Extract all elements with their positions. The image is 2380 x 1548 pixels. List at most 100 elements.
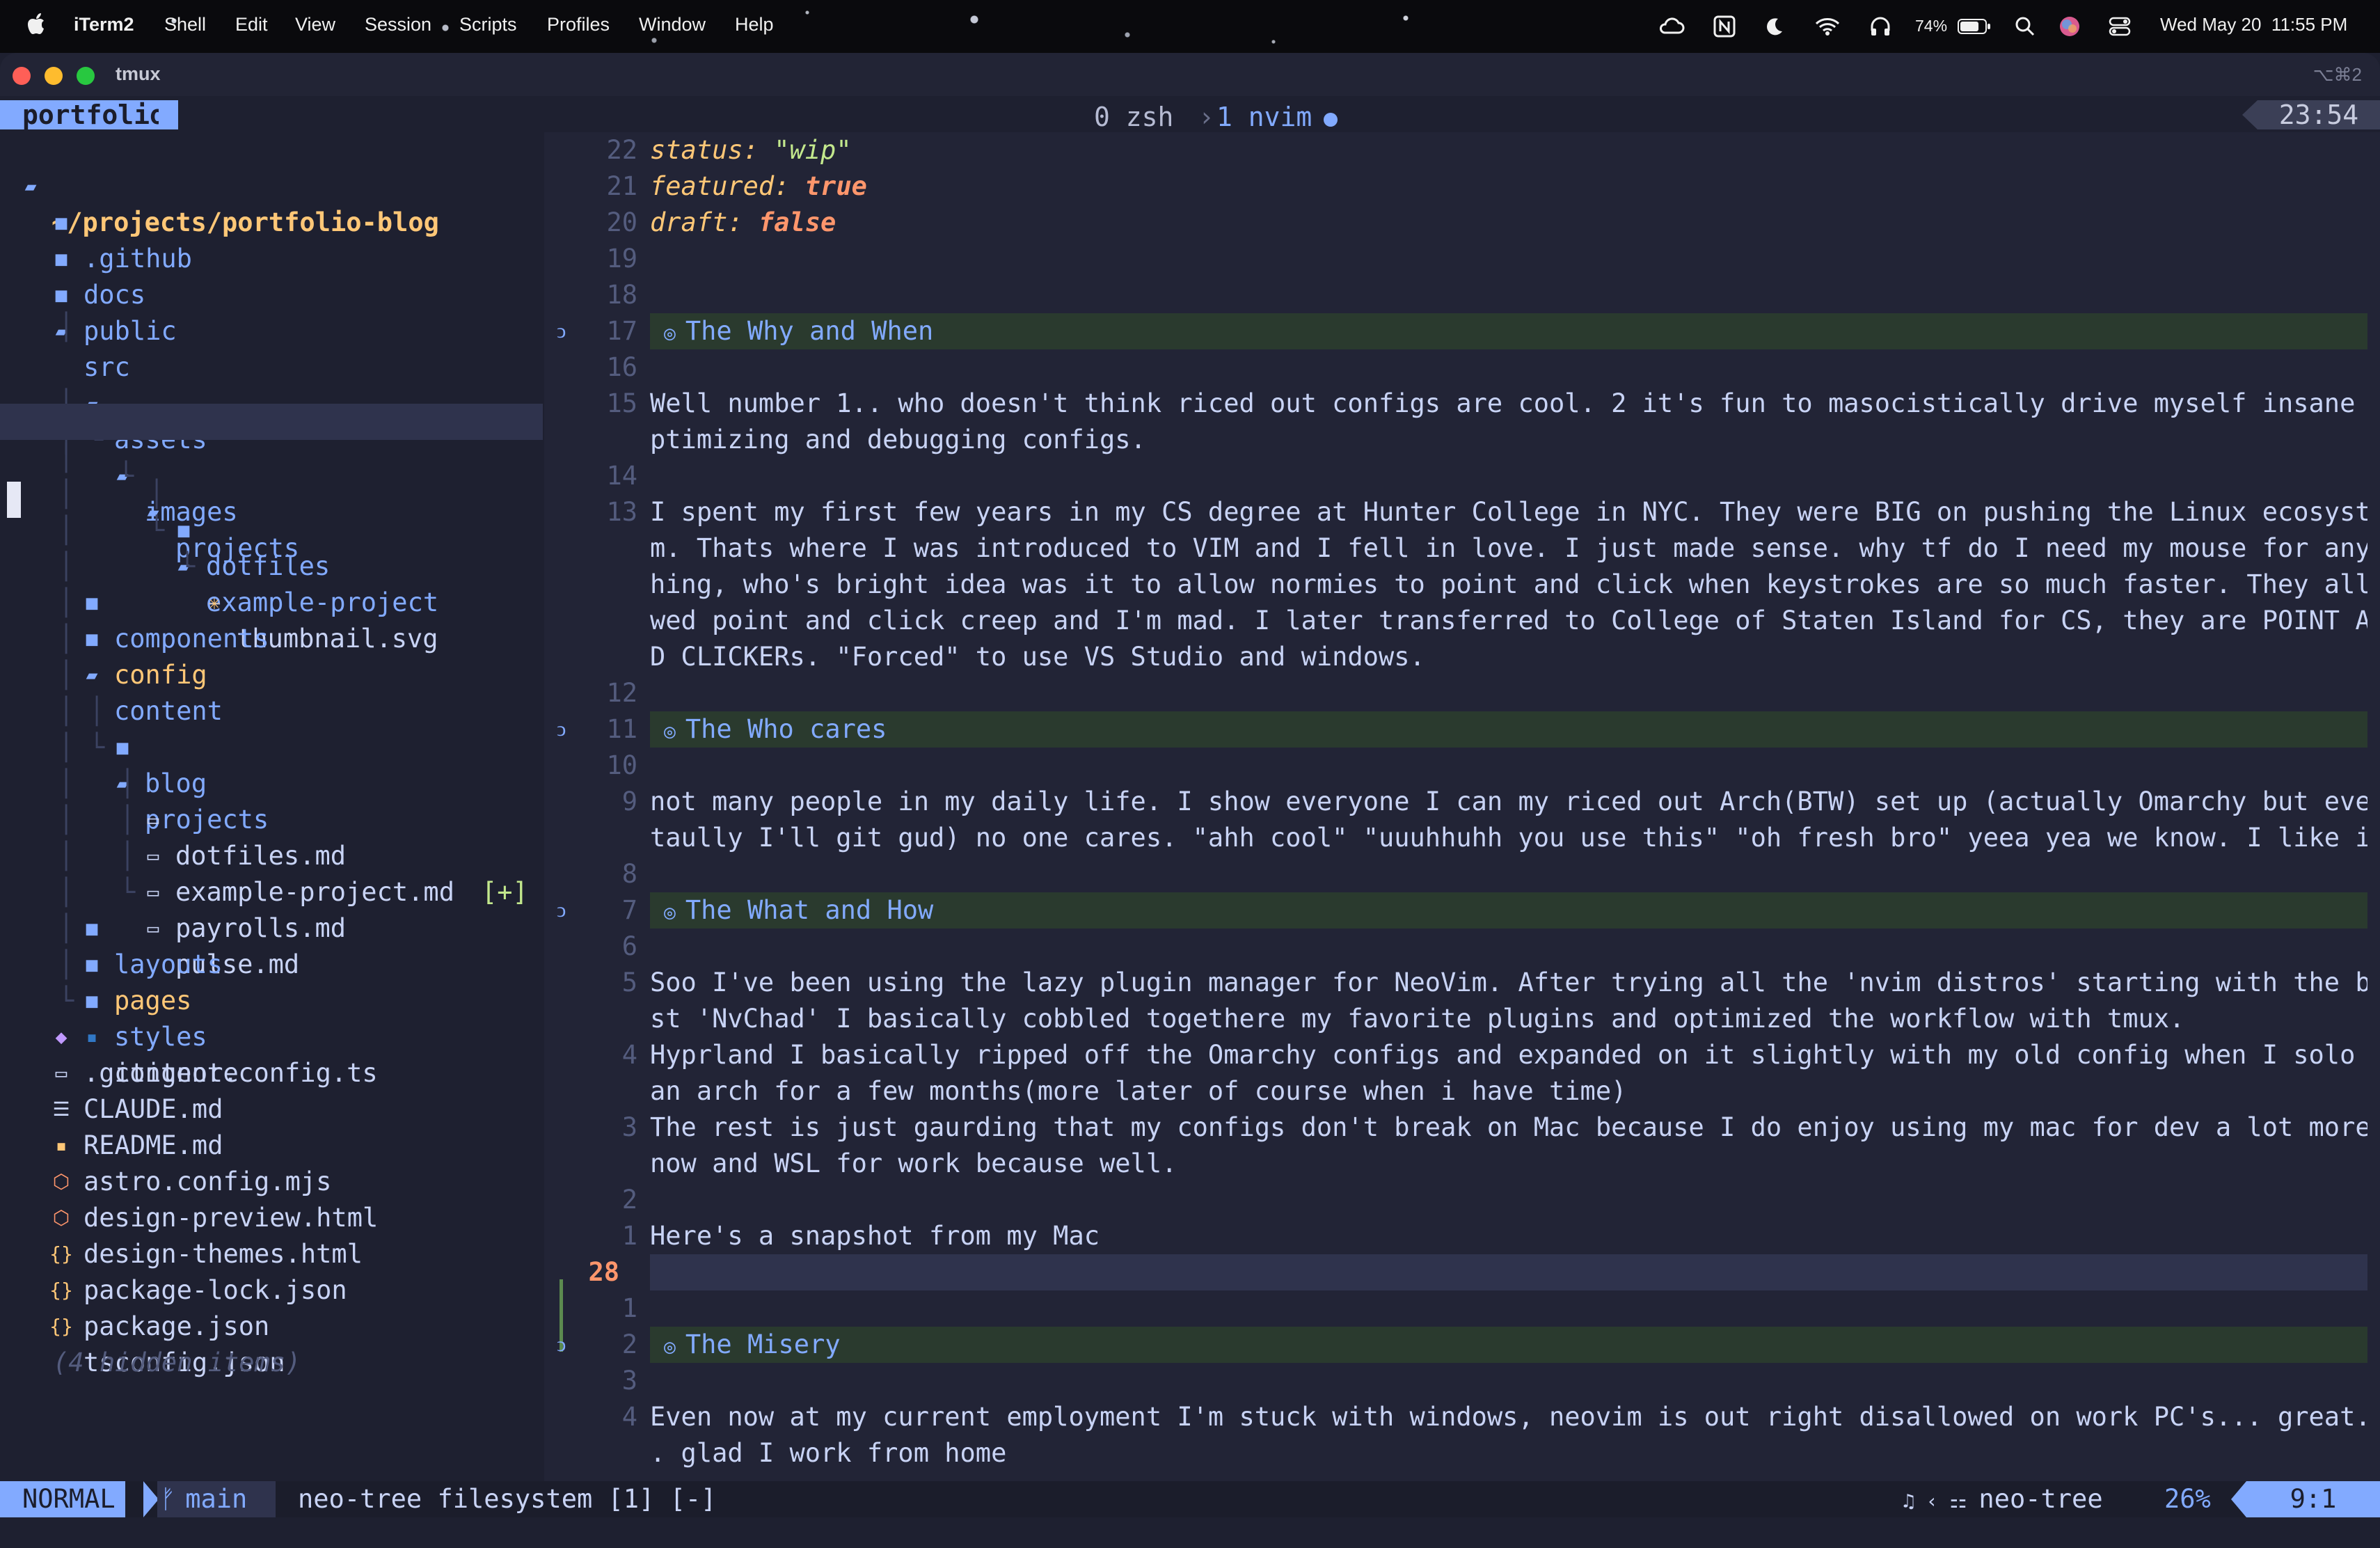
tree-item-file[interactable]: │ │ ▭ payrolls.md [0,766,543,943]
menu-session[interactable]: Session [365,14,431,35]
tree-item-folder[interactable]: │ ■ config [0,548,543,690]
close-button[interactable] [13,67,31,85]
menu-window[interactable]: Window [639,14,706,35]
text-line[interactable]: wed point and click creep and I'm mad. I… [650,603,2367,639]
siri-icon[interactable] [2056,13,2084,40]
markdown-heading[interactable]: ◎ The Why and When [650,313,2367,349]
fold-icon[interactable]: ↄ [557,1327,566,1363]
tree-hidden-items[interactable]: (4 hidden items) [0,1309,543,1377]
fold-icon[interactable]: ↄ [557,313,566,349]
text-line[interactable] [650,748,2367,784]
text-line[interactable] [650,856,2367,892]
frontmatter-line[interactable]: status: "wip" [650,132,2367,168]
tmux-window-0[interactable]: 0 zsh [1094,102,1173,132]
tree-item-folder[interactable]: │ ■ components [0,512,543,654]
tree-item-folder[interactable]: │ ■ styles [0,910,543,1052]
menu-shell[interactable]: Shell [164,14,206,35]
text-line[interactable] [650,458,2367,494]
text-line[interactable]: Here's a snapshot from my Mac [650,1218,2367,1254]
tree-item-file[interactable]: ⬡ design-themes.html [0,1164,543,1269]
text-line[interactable]: . glad I work from home [650,1435,2367,1471]
tmux-window-1-active[interactable]: 1 nvim [1216,102,1312,132]
search-icon[interactable] [2011,13,2039,40]
tree-item-selected-folder[interactable]: │ │ ■ dotfiles [0,404,543,581]
text-line[interactable] [650,1182,2367,1218]
tree-item-folder[interactable]: ■ .github [0,168,543,274]
fold-icon[interactable]: ↄ [557,711,566,748]
tree-item-folder[interactable]: │ │ ■ blog [0,621,543,798]
cloud-sync-icon[interactable] [1658,13,1685,40]
text-line[interactable]: Even now at my current employment I'm st… [650,1399,2367,1435]
window-titlebar[interactable]: tmux ⌥⌘2 [0,53,2380,97]
tree-item-folder[interactable]: ■ public [0,241,543,346]
markdown-heading[interactable]: ◎ The What and How [650,892,2367,929]
text-line[interactable]: st 'NvChad' I basically cobbled together… [650,1001,2367,1037]
text-line[interactable]: Hyprland I basically ripped off the Omar… [650,1037,2367,1073]
tree-item-file[interactable]: └ ▪ content.config.ts [0,947,543,1088]
frontmatter-line[interactable]: featured: true [650,168,2367,205]
zoom-button[interactable] [77,67,95,85]
tree-item-file[interactable]: │ │ ▭ dotfiles.md [+] [0,693,543,907]
tree-item-file[interactable]: ☰ README.md [0,1055,543,1160]
text-line[interactable]: taully I'll git gud) no one cares. "ahh … [650,820,2367,856]
moon-icon[interactable] [1761,13,1788,40]
notion-icon[interactable] [1711,13,1738,40]
tree-item-file[interactable]: │ └ ✳ thumbnail.svg [0,476,543,654]
text-line[interactable]: now and WSL for work because well. [650,1146,2367,1182]
text-line[interactable] [650,241,2367,277]
menu-help[interactable]: Help [735,14,774,35]
tree-item-folder[interactable]: │ ▰ content [0,585,543,726]
tree-item-folder[interactable]: │ └ ▰ example-project [0,440,543,617]
text-line[interactable] [650,349,2367,386]
tree-item-file[interactable]: {} package-lock.json [0,1200,543,1305]
text-line[interactable]: I spent my first few years in my CS degr… [650,494,2367,530]
cursor-line[interactable] [650,1254,2367,1290]
menu-app-name[interactable]: iTerm2 [74,14,134,35]
markdown-heading[interactable]: ◎ The Misery [650,1327,2367,1363]
tree-item-file[interactable]: ▭ CLAUDE.md [0,1019,543,1124]
text-line[interactable] [650,277,2367,313]
tree-root[interactable]: ▰ ~/projects/portfolio-blog [0,132,543,237]
text-line[interactable] [650,675,2367,711]
text-line[interactable]: not many people in my daily life. I show… [650,784,2367,820]
battery-icon[interactable] [1957,13,1992,40]
menu-scripts[interactable]: Scripts [459,14,517,35]
text-line[interactable]: D CLICKERs. "Forced" to use VS Studio an… [650,639,2367,675]
minimize-button[interactable] [45,67,63,85]
tree-item-file[interactable]: ◆ .gitignore [0,983,543,1088]
menu-profiles[interactable]: Profiles [547,14,610,35]
tree-item-folder[interactable]: │ ■ layouts [0,838,543,979]
tree-item-file[interactable]: ⬡ design-preview.html [0,1128,543,1233]
text-line[interactable]: an arch for a few months(more later of c… [650,1073,2367,1109]
fold-icon[interactable]: ↄ [557,892,566,929]
frontmatter-line[interactable]: draft: false [650,205,2367,241]
tree-item-folder[interactable]: │ └ ▰ images [0,349,543,527]
headphones-icon[interactable] [1866,13,1894,40]
neo-tree-explorer[interactable]: ▰ ~/projects/portfolio-blog ■ .github ■ … [0,132,543,1481]
text-line[interactable]: hing, who's bright idea was it to allow … [650,567,2367,603]
menu-view[interactable]: View [295,14,335,35]
wifi-icon[interactable] [1814,13,1841,40]
tree-item-folder[interactable]: ▰ src [0,277,543,382]
tree-item-file[interactable]: {} tsconfig.json [0,1272,543,1377]
text-line[interactable]: m. Thats where I was introduced to VIM a… [650,530,2367,567]
tree-item-file[interactable]: │ └ ▭ pulse.md [0,802,543,979]
control-center-icon[interactable] [2106,13,2134,40]
text-line[interactable]: Well number 1.. who doesn't think riced … [650,386,2367,422]
markdown-heading[interactable]: ◎ The Who cares [650,711,2367,748]
tree-item-file[interactable]: ▪ astro.config.mjs [0,1091,543,1196]
text-line[interactable]: ptimizing and debugging configs. [650,422,2367,458]
tree-item-folder[interactable]: │ ■ pages [0,874,543,1016]
nvim-command-line[interactable] [0,1517,2380,1548]
tree-item-file[interactable]: │ │ ▭ example-project.md [0,729,543,907]
nvim-editor-pane[interactable]: 22 status: "wip" 21 featured: true 20 dr… [544,132,2380,1481]
menu-edit[interactable]: Edit [235,14,268,35]
apple-logo-icon[interactable] [25,10,49,38]
text-line[interactable] [650,1363,2367,1399]
menubar-clock[interactable]: Wed May 20 11:55 PM [2160,14,2347,35]
tree-item-file[interactable]: {} package.json [0,1236,543,1341]
text-line[interactable] [650,1290,2367,1327]
text-line[interactable]: The rest is just gaurding that my config… [650,1109,2367,1146]
tree-item-folder[interactable]: │ ▰ assets [0,312,543,455]
tree-item-folder[interactable]: │ └ ▰ projects [0,657,543,835]
